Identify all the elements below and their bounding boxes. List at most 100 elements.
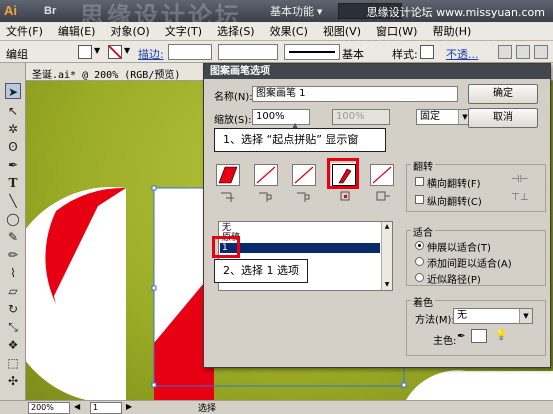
fit-option-label: 近似路径(P)	[427, 275, 481, 286]
menu-file[interactable]: 文件(F)	[6, 23, 43, 39]
fill-swatch[interactable]	[78, 45, 92, 59]
eyedropper-icon[interactable]: ✒	[457, 331, 465, 342]
zoom-field[interactable]: 200%	[28, 402, 70, 414]
pen-tool-icon[interactable]: ✒	[5, 157, 21, 173]
stroke-preview	[289, 51, 335, 53]
flip-horizontal-icon: ⊣⊢	[511, 174, 529, 185]
chevron-down-icon[interactable]: ▼	[124, 46, 130, 55]
name-label: 名称(N):	[214, 92, 253, 103]
flip-group: 翻转 横向翻转(F) ⊣⊢ 纵向翻转(C) ⊤⊥	[406, 158, 546, 212]
fit-group-title: 适合	[411, 224, 435, 239]
control-bar: 编组 ▼ ▼ 描边: 基本 样式: 不透...	[0, 41, 553, 63]
tips-icon[interactable]: 💡	[495, 330, 507, 341]
lasso-tool-icon[interactable]: ʘ	[5, 139, 21, 155]
magic-wand-tool-icon[interactable]: ✲	[5, 121, 21, 137]
side-tile-button[interactable]	[216, 164, 240, 186]
fit-group: 适合 伸展以适合(T) 添加间距以适合(A) 近似路径(P)	[406, 224, 546, 286]
callout-step-2: 2、选择 1 选项	[214, 259, 308, 283]
pencil-tool-icon[interactable]: ✏	[5, 247, 21, 263]
style-swatch[interactable]	[420, 45, 434, 59]
style-label: 样式:	[392, 48, 418, 61]
scale-tool-icon[interactable]: ⤡	[5, 319, 21, 335]
fit-add-space-radio[interactable]	[415, 257, 424, 266]
blob-brush-tool-icon[interactable]: ⌇	[5, 265, 21, 281]
fit-approximate-radio[interactable]	[415, 273, 424, 282]
bridge-button[interactable]: Br	[44, 2, 74, 20]
inner-corner-tile-button[interactable]	[292, 164, 316, 186]
document-title: 圣诞.ai* @ 200% (RGB/预览)	[32, 70, 181, 81]
scale-field[interactable]: 100%	[252, 109, 310, 125]
list-item[interactable]: 原稿	[220, 233, 380, 243]
selection-tool-icon[interactable]: ➤	[5, 83, 21, 99]
colorization-method-select[interactable]: 无 ▼	[453, 308, 533, 324]
selection-handle[interactable]	[151, 185, 157, 191]
white-arc-shape	[406, 370, 553, 400]
title-bar: Ai Br 思缘设计论坛 基本功能 思缘设计论坛 www.missyuan.co…	[0, 0, 553, 30]
menu-object[interactable]: 对象(O)	[110, 23, 149, 39]
brush-definition-field[interactable]	[284, 44, 340, 60]
scale-label: 缩放(S):	[214, 115, 252, 126]
cancel-button[interactable]: 取消	[468, 108, 538, 128]
stroke-swatch[interactable]	[108, 45, 122, 59]
symbol-sprayer-tool-icon[interactable]: ✣	[5, 373, 21, 389]
name-field[interactable]: 图案画笔 1	[252, 86, 458, 102]
brush-name: 基本	[342, 48, 364, 61]
scroll-up-icon[interactable]: ▲	[383, 223, 391, 231]
fit-option-label: 添加间距以适合(A)	[427, 259, 512, 270]
first-page-icon[interactable]: ◀	[74, 402, 80, 411]
empty-tile-preview	[256, 166, 276, 184]
menu-edit[interactable]: 编辑(E)	[58, 23, 96, 39]
ellipse-tool-icon[interactable]: ◯	[5, 211, 21, 227]
paintbrush-tool-icon[interactable]: ✎	[5, 229, 21, 245]
method-label: 方法(M):	[415, 315, 455, 326]
end-tile-icon	[376, 191, 390, 201]
align-icon[interactable]	[498, 45, 512, 59]
scale-mode-select[interactable]: 固定 ▼	[416, 109, 472, 125]
side-tile-preview	[218, 166, 238, 184]
scale-mode-value: 固定	[420, 111, 440, 122]
menu-effect[interactable]: 效果(C)	[270, 23, 308, 39]
scroll-down-icon[interactable]: ▼	[383, 281, 391, 289]
key-color-label: 主色:	[433, 336, 457, 347]
selection-type-label: 编组	[6, 48, 28, 61]
eraser-tool-icon[interactable]: ▱	[5, 283, 21, 299]
page-field[interactable]: 1	[90, 402, 122, 414]
start-tile-icon	[340, 191, 350, 201]
line-tool-icon[interactable]: ╲	[5, 193, 21, 209]
method-value: 无	[457, 310, 467, 321]
highlight-start-tile	[327, 158, 359, 189]
rotate-tool-icon[interactable]: ↻	[5, 301, 21, 317]
stroke-link[interactable]: 描边:	[138, 46, 164, 62]
list-scrollbar[interactable]: ▲ ▼	[381, 222, 392, 290]
opacity-link[interactable]: 不透...	[446, 46, 479, 62]
free-transform-tool-icon[interactable]: ⬚	[5, 355, 21, 371]
empty-tile-preview	[372, 166, 392, 184]
flip-vertical-icon: ⊤⊥	[511, 192, 529, 203]
ok-button[interactable]: 确定	[468, 84, 538, 104]
list-item[interactable]: 无	[220, 223, 380, 233]
inner-corner-tile-icon	[297, 192, 310, 202]
menu-select[interactable]: 选择(S)	[217, 23, 255, 39]
end-tile-button[interactable]	[370, 164, 394, 186]
key-color-swatch[interactable]	[471, 329, 487, 343]
list-item-selected[interactable]: 1	[220, 243, 380, 253]
menu-icon[interactable]	[534, 45, 548, 59]
menu-type[interactable]: 文字(T)	[165, 23, 202, 39]
stroke-weight-field[interactable]	[168, 44, 212, 60]
direct-selection-tool-icon[interactable]: ↖	[5, 103, 21, 119]
warp-tool-icon[interactable]: ❖	[5, 337, 21, 353]
selection-handle[interactable]	[151, 382, 157, 388]
workspace-switcher[interactable]: 基本功能	[270, 3, 322, 19]
type-tool-icon[interactable]: T	[5, 175, 21, 191]
outer-corner-tile-button[interactable]	[254, 164, 278, 186]
selection-handle[interactable]	[401, 382, 407, 388]
flip-horizontal-checkbox[interactable]	[415, 177, 424, 186]
selection-handle[interactable]	[151, 285, 157, 291]
fit-stretch-radio[interactable]	[415, 241, 424, 250]
colorization-group-title: 着色	[411, 294, 435, 309]
transform-icon[interactable]	[516, 45, 530, 59]
next-page-icon[interactable]: ▶	[126, 402, 132, 411]
variable-width-field[interactable]	[218, 44, 278, 60]
chevron-down-icon[interactable]: ▼	[94, 46, 100, 55]
flip-vertical-checkbox[interactable]	[415, 195, 424, 204]
